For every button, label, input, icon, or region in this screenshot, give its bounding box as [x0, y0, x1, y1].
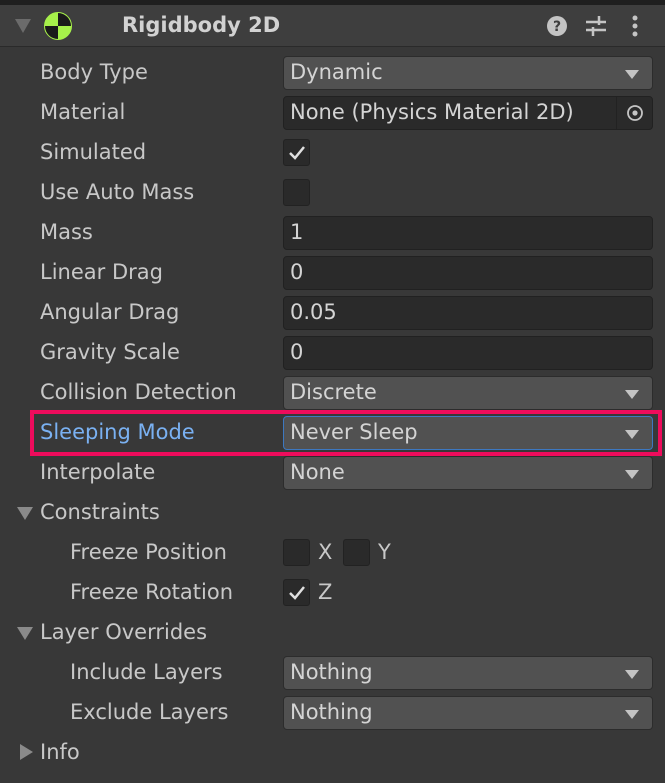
- linear-drag-label: Linear Drag: [40, 260, 163, 284]
- foldout-expanded-icon[interactable]: [17, 507, 33, 520]
- use-auto-mass-checkbox[interactable]: [283, 179, 310, 206]
- freeze-position-x-label: X: [318, 540, 333, 564]
- freeze-rotation-z-label: Z: [318, 580, 333, 604]
- freeze-position-x-checkbox[interactable]: [283, 539, 310, 566]
- foldout-expanded-icon[interactable]: [17, 627, 33, 640]
- dropdown-arrow-icon: [625, 470, 639, 479]
- body-type-value: Dynamic: [290, 60, 383, 84]
- freeze-position-y-label: Y: [378, 540, 391, 564]
- interpolate-value: None: [290, 460, 345, 484]
- angular-drag-label: Angular Drag: [40, 300, 180, 324]
- row-gravity-scale: Gravity Scale 0: [0, 333, 665, 373]
- gravity-scale-input[interactable]: 0: [283, 336, 653, 370]
- freeze-rotation-z-checkbox[interactable]: [283, 579, 310, 606]
- object-picker-icon[interactable]: [616, 97, 652, 129]
- presets-icon[interactable]: [583, 13, 609, 39]
- include-layers-label: Include Layers: [70, 660, 223, 684]
- exclude-layers-label: Exclude Layers: [70, 700, 229, 724]
- use-auto-mass-label: Use Auto Mass: [40, 180, 195, 204]
- row-material: Material None (Physics Material 2D): [0, 93, 665, 133]
- component-header[interactable]: Rigidbody 2D ?: [0, 5, 665, 47]
- body-type-label: Body Type: [40, 60, 148, 84]
- material-value: None (Physics Material 2D): [290, 100, 574, 124]
- row-angular-drag: Angular Drag 0.05: [0, 293, 665, 333]
- linear-drag-input[interactable]: 0: [283, 256, 653, 290]
- exclude-layers-value: Nothing: [290, 700, 373, 724]
- interpolate-label: Interpolate: [40, 460, 156, 484]
- mass-label: Mass: [40, 220, 93, 244]
- constraints-foldout[interactable]: Constraints: [0, 493, 665, 533]
- freeze-position-y-checkbox[interactable]: [343, 539, 370, 566]
- collision-detection-dropdown[interactable]: Discrete: [283, 376, 653, 410]
- row-use-auto-mass: Use Auto Mass: [0, 173, 665, 213]
- material-object-field[interactable]: None (Physics Material 2D): [283, 96, 653, 130]
- rigidbody2d-icon: [44, 12, 72, 40]
- row-exclude-layers: Exclude Layers Nothing: [0, 693, 665, 733]
- row-interpolate: Interpolate None: [0, 453, 665, 493]
- checkmark-icon: [289, 146, 305, 160]
- angular-drag-input[interactable]: 0.05: [283, 296, 653, 330]
- more-icon[interactable]: [622, 13, 648, 39]
- row-collision-detection: Collision Detection Discrete: [0, 373, 665, 413]
- row-simulated: Simulated: [0, 133, 665, 173]
- dropdown-arrow-icon: [625, 390, 639, 399]
- interpolate-dropdown[interactable]: None: [283, 456, 653, 490]
- freeze-position-label: Freeze Position: [70, 540, 227, 564]
- row-mass: Mass 1: [0, 213, 665, 253]
- exclude-layers-dropdown[interactable]: Nothing: [283, 696, 653, 730]
- constraints-label: Constraints: [40, 500, 160, 524]
- help-icon[interactable]: ?: [544, 13, 570, 39]
- foldout-collapsed-icon[interactable]: [20, 744, 33, 760]
- svg-text:?: ?: [553, 19, 561, 35]
- include-layers-dropdown[interactable]: Nothing: [283, 656, 653, 690]
- collision-detection-value: Discrete: [290, 380, 377, 404]
- dropdown-arrow-icon: [625, 670, 639, 679]
- row-freeze-rotation: Freeze Rotation Z: [0, 573, 665, 613]
- row-include-layers: Include Layers Nothing: [0, 653, 665, 693]
- freeze-rotation-label: Freeze Rotation: [70, 580, 234, 604]
- layer-overrides-foldout[interactable]: Layer Overrides: [0, 613, 665, 653]
- highlight-box: [30, 410, 662, 456]
- row-body-type: Body Type Dynamic: [0, 53, 665, 93]
- info-foldout[interactable]: Info: [0, 733, 665, 773]
- collapse-arrow-icon[interactable]: [15, 19, 31, 33]
- mass-input[interactable]: 1: [283, 216, 653, 250]
- include-layers-value: Nothing: [290, 660, 373, 684]
- simulated-label: Simulated: [40, 140, 147, 164]
- row-freeze-position: Freeze Position X Y: [0, 533, 665, 573]
- collision-detection-label: Collision Detection: [40, 380, 237, 404]
- dropdown-arrow-icon: [625, 710, 639, 719]
- row-linear-drag: Linear Drag 0: [0, 253, 665, 293]
- body-type-dropdown[interactable]: Dynamic: [283, 56, 653, 90]
- component-title: Rigidbody 2D: [122, 13, 281, 37]
- info-label: Info: [40, 740, 80, 764]
- simulated-checkbox[interactable]: [283, 139, 310, 166]
- checkmark-icon: [289, 586, 305, 600]
- material-label: Material: [40, 100, 126, 124]
- dropdown-arrow-icon: [625, 70, 639, 79]
- gravity-scale-label: Gravity Scale: [40, 340, 180, 364]
- layer-overrides-label: Layer Overrides: [40, 620, 208, 644]
